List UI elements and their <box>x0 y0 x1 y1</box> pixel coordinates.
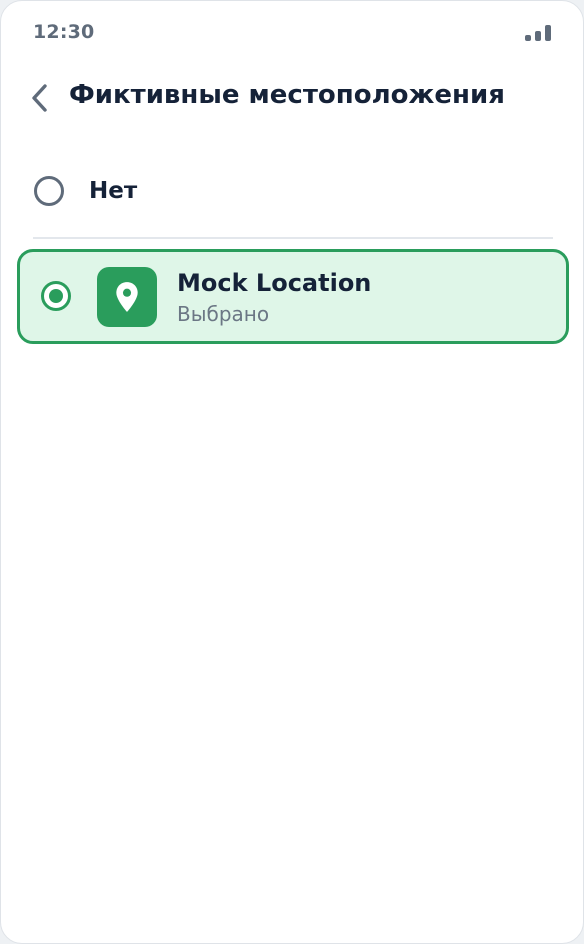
radio-dot <box>49 289 63 303</box>
app-name: Mock Location <box>177 269 372 297</box>
radio-button-selected[interactable] <box>41 281 71 311</box>
option-none-label: Нет <box>89 178 138 204</box>
option-mock-location[interactable]: Mock Location Выбрано <box>17 249 569 344</box>
page-title: Фиктивные местоположения <box>69 80 505 110</box>
signal-icon <box>525 25 553 41</box>
chevron-left-icon <box>32 84 47 112</box>
signal-bar <box>545 25 551 41</box>
radio-button-unselected[interactable] <box>34 176 64 206</box>
app-icon <box>97 267 157 327</box>
status-bar: 12:30 <box>1 1 583 61</box>
location-pin-icon <box>116 282 138 312</box>
phone-screen: 12:30 Фиктивные местоположения Нет Mock … <box>0 0 584 944</box>
header: Фиктивные местоположения <box>1 71 583 125</box>
signal-bar <box>525 35 531 41</box>
divider <box>33 237 553 239</box>
option-none[interactable]: Нет <box>17 161 569 225</box>
back-button[interactable] <box>23 79 57 117</box>
signal-bar <box>535 31 541 41</box>
app-status: Выбрано <box>177 302 270 326</box>
status-time: 12:30 <box>33 21 95 43</box>
